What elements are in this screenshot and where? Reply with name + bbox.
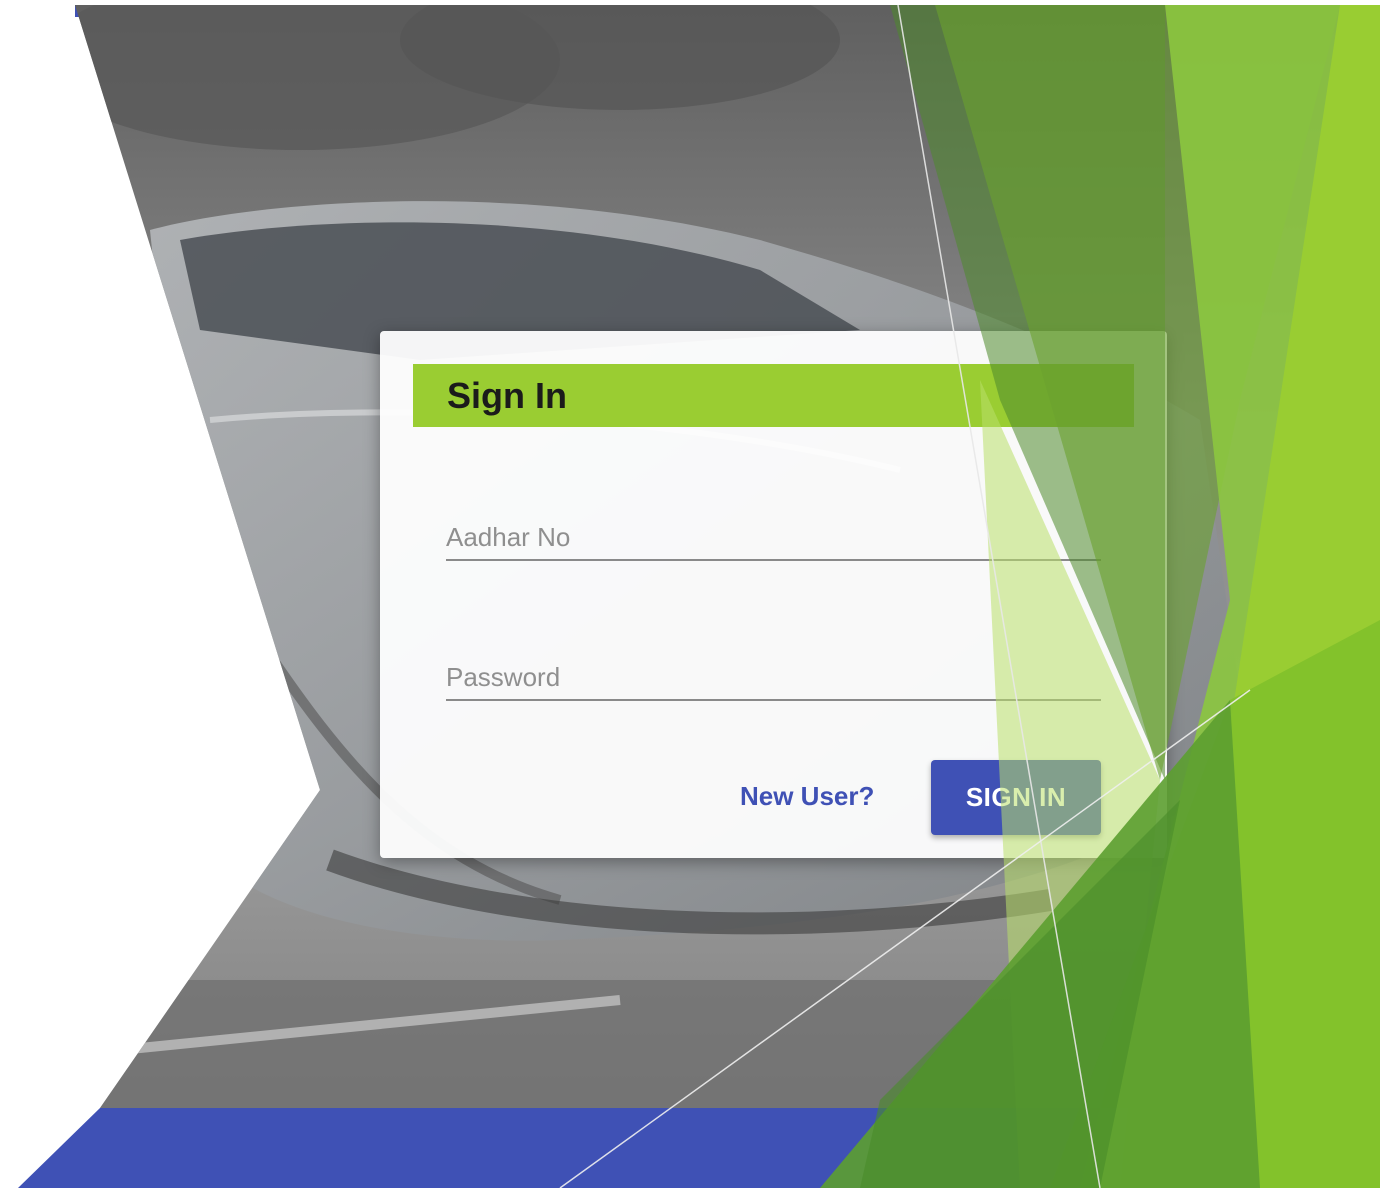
password-input[interactable] (446, 655, 1101, 701)
signin-title: Sign In (447, 375, 567, 416)
new-user-link[interactable]: New User? (740, 781, 874, 812)
aadhar-field (446, 515, 1101, 563)
signin-card-header: Sign In (413, 364, 1134, 427)
signin-button[interactable]: SIGN IN (931, 760, 1101, 835)
password-field (446, 655, 1101, 703)
signin-card: Sign In New User? SIGN IN (380, 331, 1167, 858)
aadhar-input[interactable] (446, 515, 1101, 561)
slide-page: Sign In New User? SIGN IN (0, 0, 1380, 1188)
